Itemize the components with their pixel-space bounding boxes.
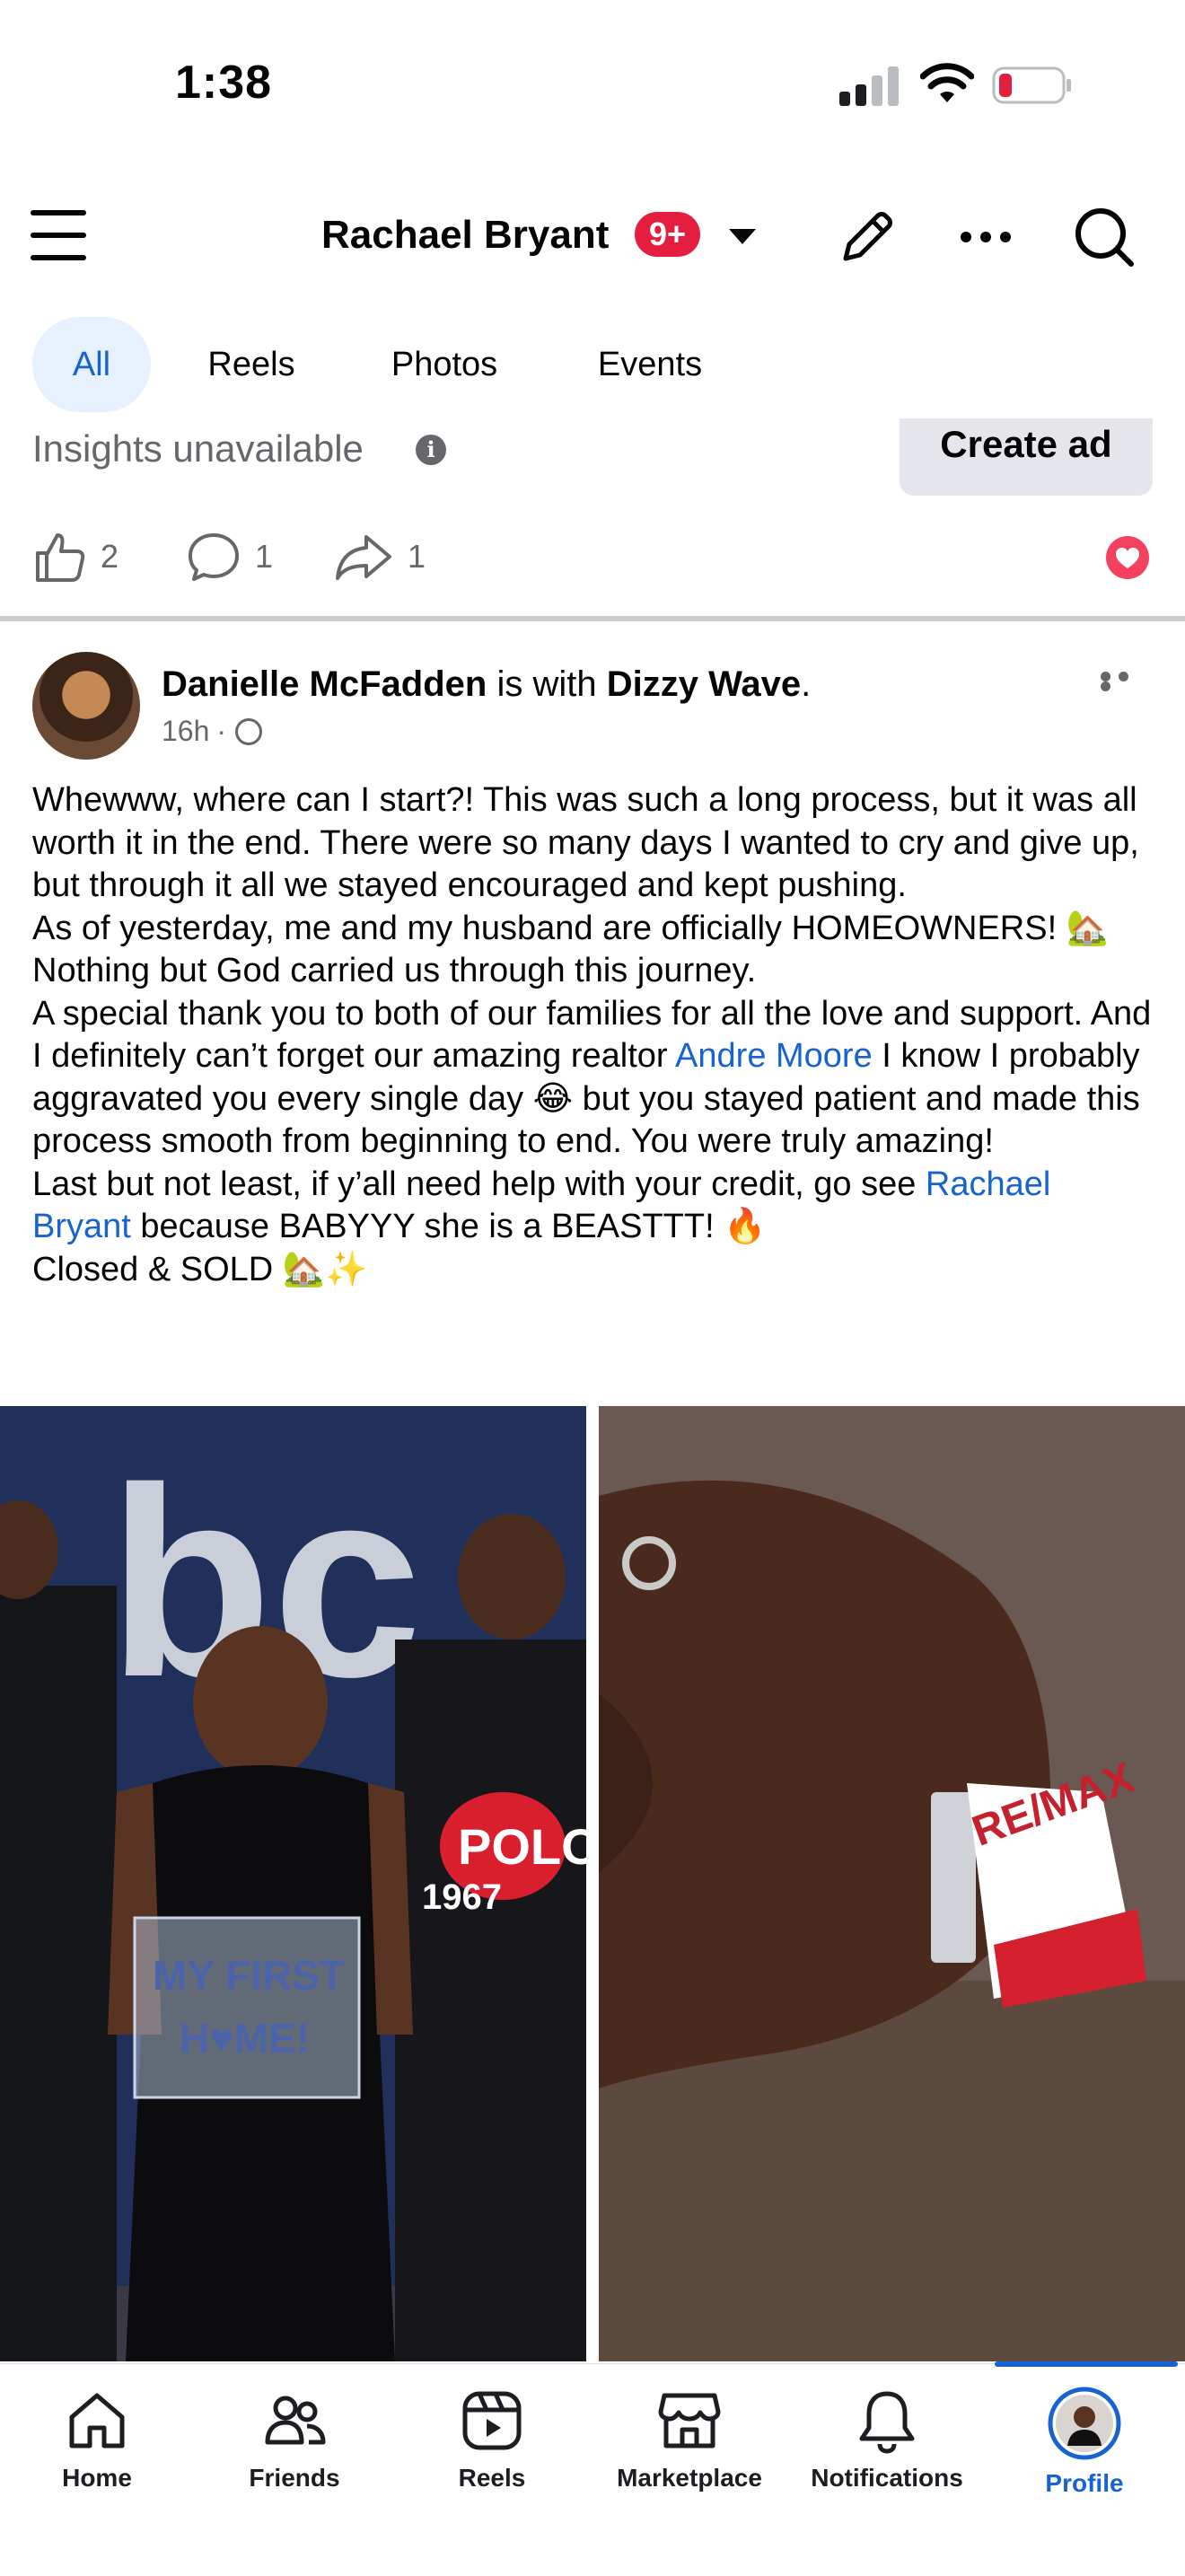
globe-icon (235, 717, 263, 745)
wifi-icon (920, 63, 974, 102)
tab-photos[interactable]: Photos (368, 317, 521, 412)
chevron-down-icon[interactable] (729, 229, 756, 244)
author-avatar[interactable] (32, 652, 140, 760)
active-tab-indicator (995, 2361, 1178, 2367)
post-meta: 16h · (162, 715, 263, 748)
nav-notifications[interactable]: Notifications (797, 2387, 977, 2492)
menu-icon[interactable] (31, 210, 86, 260)
shirt-logo: POLO (458, 1818, 586, 1875)
share-icon (336, 535, 391, 580)
post-body: Whewww, where can I start?! This was suc… (32, 779, 1154, 1291)
friends-icon (265, 2396, 326, 2445)
comment-icon (189, 533, 239, 581)
insights-text: Insights unavailable (32, 427, 364, 470)
reels-icon (462, 2391, 522, 2450)
author-name[interactable]: Danielle McFadden (162, 664, 487, 704)
post-author-line: Danielle McFadden is with Dizzy Wave. (162, 664, 812, 704)
edit-icon[interactable] (833, 203, 901, 271)
shirt-year: 1967 (422, 1877, 502, 1917)
marketplace-icon (658, 2393, 721, 2449)
post-more-icon[interactable] (1101, 672, 1147, 691)
thumbs-up-icon (36, 533, 85, 582)
post-paragraph-4: Last but not least, if y’all need help w… (32, 1165, 1051, 1246)
more-options-icon[interactable] (952, 203, 1020, 271)
battery-icon (992, 66, 1071, 104)
like-count: 2 (101, 538, 119, 575)
nav-marketplace[interactable]: Marketplace (600, 2387, 779, 2492)
search-icon[interactable] (1070, 203, 1138, 271)
post-paragraph-2: As of yesterday, me and my husband are o… (32, 909, 1110, 990)
post-paragraph-5: Closed & SOLD 🏡✨ (32, 1250, 368, 1288)
nav-reels[interactable]: Reels (402, 2387, 582, 2492)
post-paragraph-1: Whewww, where can I start?! This was suc… (32, 781, 1139, 904)
sign-line-2: H♥ME! (180, 2015, 310, 2062)
post-paragraph-3: A special thank you to both of our famil… (32, 994, 1152, 1161)
like-button[interactable]: 2 (32, 525, 118, 588)
feed-divider (0, 616, 1185, 621)
sign-line-1: MY FIRST (153, 1952, 345, 1999)
info-icon[interactable]: i (416, 435, 446, 465)
love-reaction-icon[interactable] (1106, 536, 1149, 579)
mention-andre-moore[interactable]: Andre Moore (675, 1037, 873, 1075)
post-time[interactable]: 16h (162, 715, 209, 748)
nav-profile[interactable]: Profile (995, 2387, 1174, 2498)
tab-events[interactable]: Events (575, 317, 725, 412)
home-icon (69, 2393, 125, 2449)
tagged-person[interactable]: Dizzy Wave (607, 664, 801, 704)
profile-avatar (1048, 2387, 1121, 2460)
tab-reels[interactable]: Reels (189, 317, 314, 412)
notification-badge: 9+ (635, 212, 701, 257)
create-ad-button[interactable]: Create ad (900, 418, 1153, 496)
cellular-signal-icon (839, 65, 900, 106)
bell-icon (859, 2391, 915, 2454)
nav-home[interactable]: Home (7, 2387, 187, 2492)
nav-friends[interactable]: Friends (205, 2387, 384, 2492)
tab-all[interactable]: All (32, 317, 151, 412)
homeowners-photo: bc POLO 1967 MY FIRST H♥ME! (0, 1406, 586, 2361)
post-photo-1[interactable]: bc POLO 1967 MY FIRST H♥ME! (0, 1406, 586, 2361)
with-text: is with (496, 664, 597, 704)
keys-photo: RE/MAX (599, 1406, 1185, 2361)
comment-count: 1 (255, 538, 274, 575)
status-time: 1:38 (175, 57, 273, 109)
page-name[interactable]: Rachael Bryant (321, 213, 609, 258)
post-photo-2[interactable]: RE/MAX (599, 1406, 1185, 2361)
comment-button[interactable]: 1 (187, 525, 273, 588)
share-button[interactable]: 1 (334, 525, 426, 588)
share-count: 1 (408, 538, 426, 575)
